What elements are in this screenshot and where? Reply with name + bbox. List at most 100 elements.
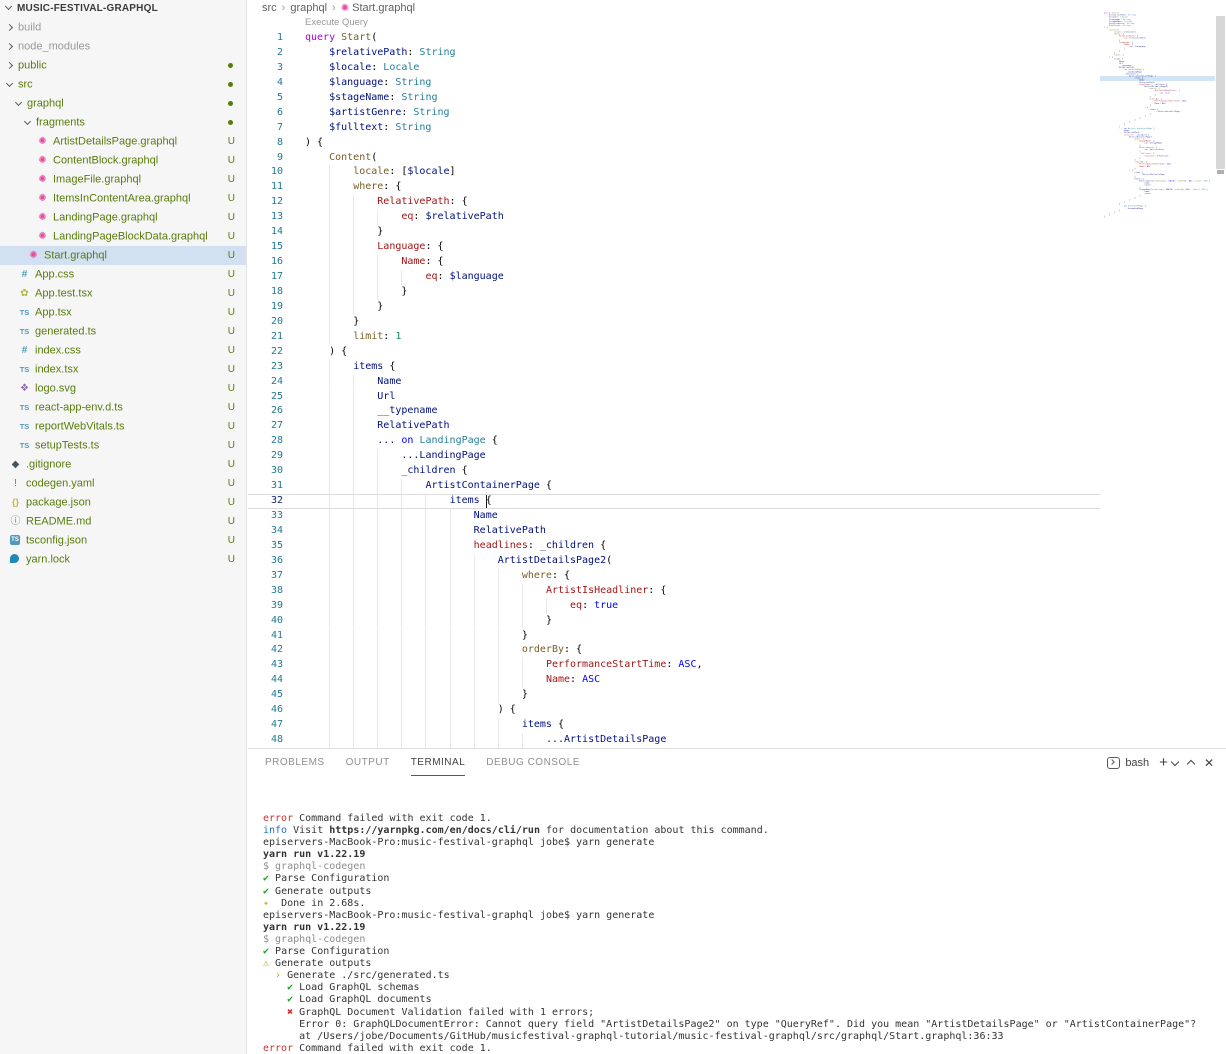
- code-line[interactable]: 46) {: [248, 703, 1100, 718]
- maximize-panel-icon[interactable]: [1187, 760, 1195, 768]
- explorer-item-graphql[interactable]: graphql: [0, 94, 246, 113]
- explorer-item-setuptests.ts[interactable]: TSsetupTests.tsU: [0, 436, 246, 455]
- explorer-item-node-modules[interactable]: node_modules: [0, 37, 246, 56]
- panel-tab-debug-console[interactable]: DEBUG CONSOLE: [486, 749, 580, 776]
- explorer-item-build[interactable]: build: [0, 18, 246, 37]
- code-line[interactable]: 14}: [248, 225, 1100, 240]
- code-line[interactable]: 41}: [248, 629, 1100, 644]
- explorer-item-app.css[interactable]: #App.cssU: [0, 265, 246, 284]
- explorer-item-start.graphql[interactable]: ✺Start.graphqlU: [0, 246, 246, 265]
- code-line[interactable]: 27RelativePath: [248, 419, 1100, 434]
- panel-tab-terminal[interactable]: TERMINAL: [411, 749, 466, 776]
- close-panel-icon[interactable]: ✕: [1204, 757, 1214, 769]
- explorer-item-index.tsx[interactable]: TSindex.tsxU: [0, 360, 246, 379]
- code-line[interactable]: 31ArtistContainerPage {: [248, 479, 1100, 494]
- terminal-dropdown-icon[interactable]: [1171, 757, 1179, 765]
- code-line[interactable]: 44Name: ASC: [248, 673, 1100, 688]
- code-line[interactable]: 28... on LandingPage {: [248, 434, 1100, 449]
- code-line[interactable]: 30_children {: [248, 464, 1100, 479]
- explorer-item-generated.ts[interactable]: TSgenerated.tsU: [0, 322, 246, 341]
- code-line[interactable]: 11where: {: [248, 180, 1100, 195]
- code-line[interactable]: 8) {: [248, 136, 1100, 151]
- code-line[interactable]: 35headlines: _children {: [248, 539, 1100, 554]
- explorer-item-react-app-env.d.ts[interactable]: TSreact-app-env.d.tsU: [0, 398, 246, 417]
- explorer-item-readme.md[interactable]: ⓘREADME.mdU: [0, 512, 246, 531]
- code-line[interactable]: 48...ArtistDetailsPage: [248, 733, 1100, 748]
- breadcrumb-item-start.graphql[interactable]: Start.graphql: [352, 2, 415, 14]
- code-line[interactable]: 3$locale: Locale: [248, 61, 1100, 76]
- breadcrumb-separator: ›: [282, 2, 286, 14]
- code-line[interactable]: 33Name: [248, 509, 1100, 524]
- editor-scrollbar[interactable]: [1215, 0, 1226, 748]
- code-line[interactable]: 6$artistGenre: String: [248, 106, 1100, 121]
- code-line[interactable]: 12RelativePath: {: [248, 195, 1100, 210]
- code-line[interactable]: 34RelativePath: [248, 524, 1100, 539]
- explorer-item-codegen.yaml[interactable]: !codegen.yamlU: [0, 474, 246, 493]
- panel-tab-problems[interactable]: PROBLEMS: [265, 749, 325, 776]
- explorer-item-src[interactable]: src: [0, 75, 246, 94]
- code-area[interactable]: 1query Start(2$relativePath: String3$loc…: [248, 31, 1100, 748]
- new-terminal-button[interactable]: +: [1159, 754, 1168, 771]
- minimap[interactable]: query Start( $relativePath: String $loca…: [1100, 0, 1215, 748]
- explorer-item-tsconfig.json[interactable]: TStsconfig.jsonU: [0, 531, 246, 550]
- breadcrumb-item-graphql[interactable]: graphql: [290, 2, 327, 14]
- code-line[interactable]: 18}: [248, 285, 1100, 300]
- code-line[interactable]: 42orderBy: {: [248, 643, 1100, 658]
- code-line[interactable]: 26__typename: [248, 404, 1100, 419]
- code-line[interactable]: 2$relativePath: String: [248, 46, 1100, 61]
- code-line[interactable]: 25Url: [248, 390, 1100, 405]
- item-label: LandingPageBlockData.graphql: [53, 230, 208, 242]
- code-line[interactable]: 45}: [248, 688, 1100, 703]
- explorer-item-itemsincontentarea.graphql[interactable]: ✺ItemsInContentArea.graphqlU: [0, 189, 246, 208]
- code-line[interactable]: 40}: [248, 614, 1100, 629]
- code-line[interactable]: 22) {: [248, 345, 1100, 360]
- explorer-item-reportwebvitals.ts[interactable]: TSreportWebVitals.tsU: [0, 417, 246, 436]
- code-line[interactable]: 1query Start(: [248, 31, 1100, 46]
- code-line[interactable]: 32items {: [248, 494, 1100, 509]
- code-line[interactable]: 13eq: $relativePath: [248, 210, 1100, 225]
- explorer-item-yarn.lock[interactable]: yarn.lockU: [0, 550, 246, 569]
- code-line[interactable]: 21limit: 1: [248, 330, 1100, 345]
- execute-query-codelens[interactable]: Execute Query: [305, 17, 368, 28]
- explorer-item-fragments[interactable]: fragments: [0, 113, 246, 132]
- breadcrumb-item-src[interactable]: src: [262, 2, 277, 14]
- line-number: 16: [248, 255, 283, 270]
- code-line[interactable]: 20}: [248, 315, 1100, 330]
- explorer-item-landingpageblockdata.graphql[interactable]: ✺LandingPageBlockData.graphqlU: [0, 227, 246, 246]
- scrollbar-thumb[interactable]: [1216, 16, 1225, 169]
- explorer-item-landingpage.graphql[interactable]: ✺LandingPage.graphqlU: [0, 208, 246, 227]
- code-line[interactable]: 19}: [248, 300, 1100, 315]
- code-line[interactable]: 24Name: [248, 375, 1100, 390]
- explorer-item-imagefile.graphql[interactable]: ✺ImageFile.graphqlU: [0, 170, 246, 189]
- code-line[interactable]: 37where: {: [248, 569, 1100, 584]
- code-line[interactable]: 4$language: String: [248, 76, 1100, 91]
- explorer-item-contentblock.graphql[interactable]: ✺ContentBlock.graphqlU: [0, 151, 246, 170]
- code-line[interactable]: 15Language: {: [248, 240, 1100, 255]
- explorer-item-public[interactable]: public: [0, 56, 246, 75]
- code-line[interactable]: 36ArtistDetailsPage2(: [248, 554, 1100, 569]
- code-line[interactable]: 17eq: $language: [248, 270, 1100, 285]
- shell-selector[interactable]: bash: [1107, 757, 1149, 769]
- code-line[interactable]: 23items {: [248, 360, 1100, 375]
- explorer-item-.gitignore[interactable]: ◆.gitignoreU: [0, 455, 246, 474]
- panel-tab-output[interactable]: OUTPUT: [346, 749, 390, 776]
- explorer-item-app.tsx[interactable]: TSApp.tsxU: [0, 303, 246, 322]
- explorer-item-artistdetailspage.graphql[interactable]: ✺ArtistDetailsPage.graphqlU: [0, 132, 246, 151]
- explorer-item-logo.svg[interactable]: ❖logo.svgU: [0, 379, 246, 398]
- explorer-item-index.css[interactable]: #index.cssU: [0, 341, 246, 360]
- code-line[interactable]: 5$stageName: String: [248, 91, 1100, 106]
- code-line[interactable]: 16Name: {: [248, 255, 1100, 270]
- item-label: react-app-env.d.ts: [35, 401, 123, 413]
- code-line[interactable]: 9Content(: [248, 151, 1100, 166]
- explorer-item-app.test.tsx[interactable]: ✿App.test.tsxU: [0, 284, 246, 303]
- explorer-root-folder[interactable]: MUSIC-FESTIVAL-GRAPHQL: [0, 0, 246, 18]
- explorer-item-package.json[interactable]: {}package.jsonU: [0, 493, 246, 512]
- code-line[interactable]: 43PerformanceStartTime: ASC,: [248, 658, 1100, 673]
- code-line[interactable]: 47items {: [248, 718, 1100, 733]
- code-line[interactable]: 38ArtistIsHeadliner: {: [248, 584, 1100, 599]
- terminal-output[interactable]: error Command failed with exit code 1.in…: [263, 813, 1226, 1054]
- code-line[interactable]: 29...LandingPage: [248, 449, 1100, 464]
- code-line[interactable]: 10locale: [$locale]: [248, 165, 1100, 180]
- code-line[interactable]: 39eq: true: [248, 599, 1100, 614]
- code-line[interactable]: 7$fulltext: String: [248, 121, 1100, 136]
